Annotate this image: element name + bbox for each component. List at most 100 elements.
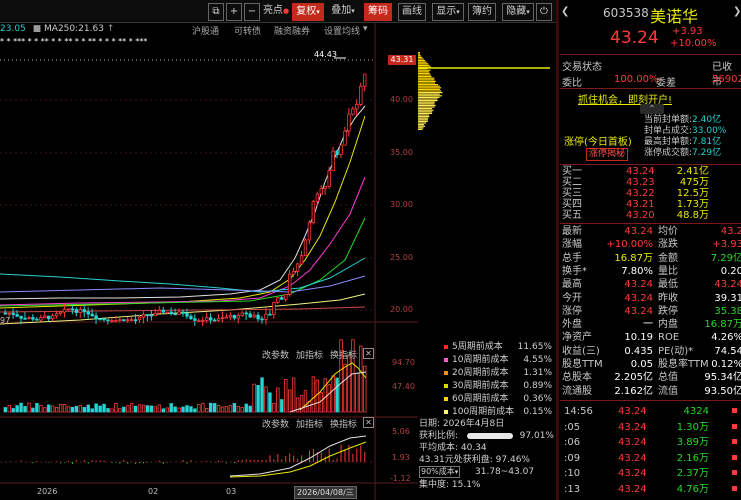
bid-volume: 2.41亿 xyxy=(676,166,709,177)
hide-button[interactable]: 隐藏▾ xyxy=(502,3,534,21)
close-icon[interactable]: ✕ xyxy=(363,348,374,359)
switch-indicator-button[interactable]: 换指标 xyxy=(330,348,357,361)
volume-bar xyxy=(98,405,102,413)
bid-volume: 1.73万 xyxy=(676,199,709,210)
volume-bar xyxy=(208,402,213,413)
candlestick xyxy=(78,306,83,319)
chip-distribution xyxy=(418,52,550,130)
add-indicator-button[interactable]: 加指标 xyxy=(296,417,323,430)
chip-bar xyxy=(418,109,434,111)
seal-value: 2.40亿 xyxy=(692,115,722,125)
candlestick xyxy=(74,307,79,317)
display-button[interactable]: 显示▾ xyxy=(432,3,464,21)
volume-bar xyxy=(272,403,276,413)
bid-label: 买五 xyxy=(562,210,582,221)
chevron-down-icon: ▾ xyxy=(454,468,459,476)
candlestick xyxy=(165,311,169,315)
copy-icon[interactable]: ⧉ xyxy=(208,3,224,21)
stat-key: 涨停 xyxy=(562,305,582,317)
tick-marker-icon xyxy=(732,454,737,460)
tab-convertible[interactable]: 可转债 xyxy=(234,24,261,37)
chip-bar xyxy=(418,127,424,129)
volume-bar xyxy=(291,377,296,413)
volume-bar xyxy=(11,408,15,413)
volume-bar xyxy=(264,386,268,413)
stat-value: 43.24 xyxy=(624,305,653,317)
chip-bar xyxy=(418,56,423,58)
limit-up-reveal-button[interactable]: 涨停揭秘 xyxy=(586,148,629,161)
legend-pct: 0.36% xyxy=(523,394,552,404)
edit-params-button[interactable]: 改参数 xyxy=(262,348,289,361)
chip-bar xyxy=(418,58,424,60)
chip-bar xyxy=(418,76,432,78)
close-icon[interactable]: ✕ xyxy=(363,417,374,428)
highlight-button[interactable]: 亮点● xyxy=(262,3,290,19)
stat-key: 跌停 xyxy=(658,305,678,317)
bid-price: 43.22 xyxy=(626,188,655,199)
draw-line-button[interactable]: 画线 xyxy=(398,3,426,21)
candlestick xyxy=(27,315,31,320)
edit-params-button[interactable]: 改参数 xyxy=(262,417,289,430)
collapse-icon[interactable]: ⌃ xyxy=(640,104,664,114)
candlestick xyxy=(86,307,90,319)
volume-bar xyxy=(355,372,359,413)
candlestick xyxy=(331,146,335,172)
contract-button[interactable]: 簿约 xyxy=(468,3,496,21)
chip-bar xyxy=(418,125,426,127)
zoom-in-button[interactable]: + xyxy=(226,3,242,21)
stat-value: 93.50亿 xyxy=(704,385,741,397)
stat-value: 0.05 xyxy=(630,359,653,370)
stat-key: 流通股 xyxy=(562,385,592,397)
volume-bar xyxy=(315,379,320,413)
macd-bar xyxy=(364,451,366,462)
stat-key: 今开 xyxy=(562,292,582,304)
overlay-button[interactable]: 叠加▾ xyxy=(328,3,358,19)
stat-value: +3.93 xyxy=(712,239,741,251)
cost-select[interactable]: 90%成本▾ xyxy=(419,466,461,478)
volume-bar xyxy=(114,403,118,413)
zoom-out-button[interactable]: − xyxy=(244,3,260,21)
stat-key: 收益(三) xyxy=(562,345,600,357)
vol-tick: 94.70 xyxy=(392,358,415,367)
legend-pct: 11.65% xyxy=(517,342,552,352)
tick-time: :06 xyxy=(564,437,581,448)
chip-bar xyxy=(418,92,443,94)
volume-bar xyxy=(177,407,181,413)
price-grid xyxy=(0,99,375,311)
volume-bar xyxy=(129,403,134,413)
macd-bar xyxy=(269,455,271,462)
macd-bar xyxy=(48,462,50,463)
forward-chevron-icon[interactable]: ❯ xyxy=(733,6,741,17)
tab-margin[interactable]: 融资融券 xyxy=(274,24,310,37)
stat-row: 总手 16.87万 金额 7.29亿 xyxy=(560,253,741,264)
adjust-button[interactable]: 复权▾ xyxy=(292,3,324,21)
tab-ma-settings[interactable]: 设置均线 xyxy=(324,24,360,37)
chip-bar xyxy=(418,117,429,119)
stat-value: +10.00% xyxy=(606,239,653,251)
candlestick xyxy=(276,297,280,305)
stat-row: 最高 43.24 最低 43.24 xyxy=(560,279,741,290)
separator xyxy=(560,54,741,55)
chevron-down-icon[interactable]: ▾ xyxy=(363,24,368,34)
candlestick xyxy=(193,314,197,326)
macd-bar xyxy=(348,444,350,462)
tick-marker-icon xyxy=(732,408,737,413)
volume-bar xyxy=(19,402,23,413)
chip-bar xyxy=(418,93,440,95)
add-indicator-button[interactable]: 加指标 xyxy=(296,348,323,361)
volume-bar xyxy=(260,377,264,413)
switch-indicator-button[interactable]: 换指标 xyxy=(330,417,357,430)
power-icon[interactable]: ⏻ xyxy=(536,3,552,21)
tick-time: :13 xyxy=(564,483,581,495)
y-tick: 30.00 xyxy=(390,200,413,209)
back-chevron-icon[interactable]: ❮ xyxy=(561,6,569,17)
candlestick xyxy=(287,269,292,297)
chip-button[interactable]: 筹码 xyxy=(364,3,392,21)
candlestick xyxy=(129,317,134,322)
tick-price: 43.24 xyxy=(618,421,647,433)
candlestick xyxy=(212,317,217,322)
ma250-color-icon: ■ xyxy=(32,24,42,34)
tab-stock-connect[interactable]: 沪股通 xyxy=(192,24,219,37)
stat-row: 换手* 7.80% 量比 0.20 xyxy=(560,266,741,277)
volume-bar xyxy=(185,405,189,413)
